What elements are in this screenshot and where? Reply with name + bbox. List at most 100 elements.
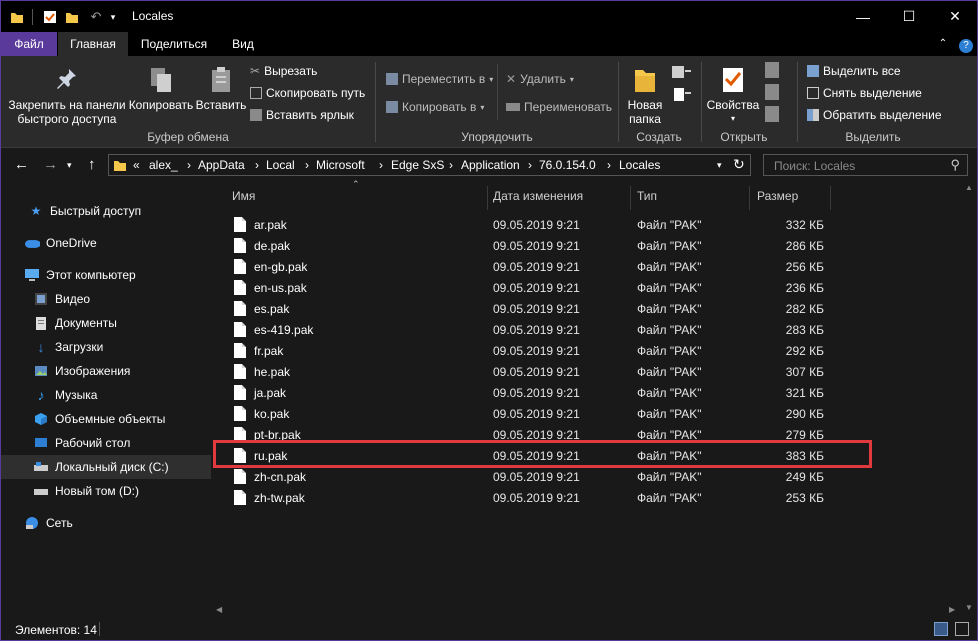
nav-music[interactable]: ♪ Музыка <box>1 383 211 407</box>
breadcrumb-separator-icon[interactable]: › <box>255 158 259 172</box>
file-row[interactable]: zh-tw.pak 09.05.2019 9:21 Файл "PAK" 253… <box>212 487 962 508</box>
edit-icon[interactable] <box>765 84 779 100</box>
scroll-left-arrow-icon[interactable]: ◀ <box>216 605 222 614</box>
nav-onedrive[interactable]: OneDrive <box>1 231 211 255</box>
column-header-type[interactable]: Тип <box>637 186 747 206</box>
column-header-size[interactable]: Размер <box>757 186 827 206</box>
scroll-down-arrow-icon[interactable]: ▼ <box>965 603 973 612</box>
breadcrumb-separator-icon[interactable]: › <box>379 158 383 172</box>
column-divider[interactable] <box>630 186 631 210</box>
back-arrow-icon[interactable]: ← <box>14 156 29 173</box>
breadcrumb-separator-icon[interactable]: › <box>528 158 532 172</box>
breadcrumb-separator-icon[interactable]: › <box>305 158 309 172</box>
nav-3d-objects[interactable]: Объемные объекты <box>1 407 211 431</box>
breadcrumb-item[interactable]: 76.0.154.0 <box>539 158 596 172</box>
horizontal-scrollbar[interactable]: ◀ ▶ <box>212 603 962 618</box>
scroll-right-arrow-icon[interactable]: ▶ <box>949 605 955 614</box>
collapse-ribbon-icon[interactable]: ⌃ <box>933 32 953 56</box>
nav-desktop[interactable]: Рабочий стол <box>1 431 211 455</box>
properties-qa-icon[interactable] <box>42 8 58 26</box>
column-header-name[interactable]: Имя <box>232 186 482 206</box>
file-row[interactable]: fr.pak 09.05.2019 9:21 Файл "PAK" 292 КБ <box>212 340 962 361</box>
file-row[interactable]: ja.pak 09.05.2019 9:21 Файл "PAK" 321 КБ <box>212 382 962 403</box>
recent-locations-chevron-icon[interactable]: ▾ <box>67 160 72 171</box>
new-folder-qa-icon[interactable] <box>64 8 80 26</box>
breadcrumb-item[interactable]: alex_ <box>149 158 178 172</box>
column-divider[interactable] <box>487 186 488 210</box>
nav-quick-access[interactable]: ★ Быстрый доступ <box>1 199 211 223</box>
breadcrumb-separator-icon[interactable]: › <box>607 158 611 172</box>
details-view-icon[interactable] <box>934 622 948 636</box>
undo-qa-icon[interactable]: ↶ <box>88 8 104 26</box>
breadcrumb-item[interactable]: Local <box>266 158 295 172</box>
breadcrumb-item[interactable]: AppData <box>198 158 245 172</box>
customize-qa-dropdown-icon[interactable]: ▾ <box>108 8 118 26</box>
search-icon[interactable]: ⚲ <box>950 157 960 173</box>
column-header-date[interactable]: Дата изменения <box>493 186 628 206</box>
large-icons-view-icon[interactable] <box>955 622 969 636</box>
properties-button[interactable]: Свойства ▾ <box>704 66 762 126</box>
nav-new-volume[interactable]: Новый том (D:) <box>1 479 211 503</box>
rename-button[interactable]: Переименовать <box>506 98 612 116</box>
address-dropdown-icon[interactable]: ▾ <box>717 160 722 171</box>
copy-button[interactable]: Копировать <box>127 66 195 112</box>
move-to-button[interactable]: Переместить в ▾ <box>386 70 493 88</box>
vertical-scrollbar[interactable]: ▲ ▼ <box>962 181 977 618</box>
history-icon[interactable] <box>765 106 779 122</box>
maximize-button[interactable]: ☐ <box>886 1 932 32</box>
paste-button[interactable]: Вставить <box>194 66 248 112</box>
nav-this-pc[interactable]: Этот компьютер <box>1 263 211 287</box>
tab-home[interactable]: Главная <box>58 32 128 56</box>
column-divider[interactable] <box>749 186 750 210</box>
address-bar[interactable]: « alex_ › AppData › Local › Microsoft › … <box>108 154 751 176</box>
open-icon[interactable] <box>765 62 779 78</box>
breadcrumb-item-current[interactable]: Locales <box>619 158 660 172</box>
nav-documents[interactable]: Документы <box>1 311 211 335</box>
file-row[interactable]: en-us.pak 09.05.2019 9:21 Файл "PAK" 236… <box>212 277 962 298</box>
tab-file[interactable]: Файл <box>1 32 57 56</box>
paste-shortcut-label: Вставить ярлык <box>266 108 354 122</box>
tab-view[interactable]: Вид <box>221 32 265 56</box>
help-icon[interactable]: ? <box>957 32 975 56</box>
breadcrumb-item[interactable]: Application <box>461 158 520 172</box>
tab-share[interactable]: Поделиться <box>131 32 217 56</box>
forward-arrow-icon[interactable]: → <box>43 156 58 173</box>
copy-path-button[interactable]: Скопировать путь <box>250 84 365 102</box>
nav-network[interactable]: Сеть <box>1 511 211 535</box>
search-box[interactable]: Поиск: Locales ⚲ <box>763 154 968 176</box>
refresh-icon[interactable]: ↻ <box>733 156 745 173</box>
copy-to-button[interactable]: Копировать в ▾ <box>386 98 484 116</box>
breadcrumb-overflow[interactable]: « <box>133 158 140 172</box>
file-row[interactable]: ar.pak 09.05.2019 9:21 Файл "PAK" 332 КБ <box>212 214 962 235</box>
minimize-button[interactable]: — <box>840 1 886 32</box>
column-divider[interactable] <box>830 186 831 210</box>
close-button[interactable]: ✕ <box>932 1 977 32</box>
breadcrumb-separator-icon[interactable]: › <box>449 158 453 172</box>
invert-selection-button[interactable]: Обратить выделение <box>807 106 942 124</box>
cut-button[interactable]: ✂ Вырезать <box>250 62 317 80</box>
breadcrumb-item[interactable]: Edge SxS <box>391 158 444 172</box>
easy-access-icon[interactable] <box>671 86 693 104</box>
delete-button[interactable]: ✕ Удалить ▾ <box>506 70 574 88</box>
breadcrumb-separator-icon[interactable]: › <box>187 158 191 172</box>
select-none-button[interactable]: Снять выделение <box>807 84 922 102</box>
nav-pictures[interactable]: Изображения <box>1 359 211 383</box>
file-row[interactable]: he.pak 09.05.2019 9:21 Файл "PAK" 307 КБ <box>212 361 962 382</box>
nav-video[interactable]: Видео <box>1 287 211 311</box>
file-row[interactable]: en-gb.pak 09.05.2019 9:21 Файл "PAK" 256… <box>212 256 962 277</box>
nav-downloads[interactable]: ↓ Загрузки <box>1 335 211 359</box>
pin-quick-access-button[interactable]: Закрепить на панели быстрого доступа <box>5 66 129 126</box>
file-row[interactable]: zh-cn.pak 09.05.2019 9:21 Файл "PAK" 249… <box>212 466 962 487</box>
scroll-up-arrow-icon[interactable]: ▲ <box>965 183 973 192</box>
file-row[interactable]: ko.pak 09.05.2019 9:21 Файл "PAK" 290 КБ <box>212 403 962 424</box>
up-arrow-icon[interactable]: ↑ <box>88 156 96 173</box>
breadcrumb-item[interactable]: Microsoft <box>316 158 365 172</box>
file-row[interactable]: de.pak 09.05.2019 9:21 Файл "PAK" 286 КБ <box>212 235 962 256</box>
file-row[interactable]: es-419.pak 09.05.2019 9:21 Файл "PAK" 28… <box>212 319 962 340</box>
file-row[interactable]: es.pak 09.05.2019 9:21 Файл "PAK" 282 КБ <box>212 298 962 319</box>
nav-local-disk[interactable]: Локальный диск (C:) <box>1 455 211 479</box>
paste-shortcut-button[interactable]: Вставить ярлык <box>250 106 354 124</box>
new-folder-button[interactable]: Новая папка <box>622 66 668 126</box>
select-all-button[interactable]: Выделить все <box>807 62 901 80</box>
new-item-icon[interactable] <box>671 64 693 82</box>
